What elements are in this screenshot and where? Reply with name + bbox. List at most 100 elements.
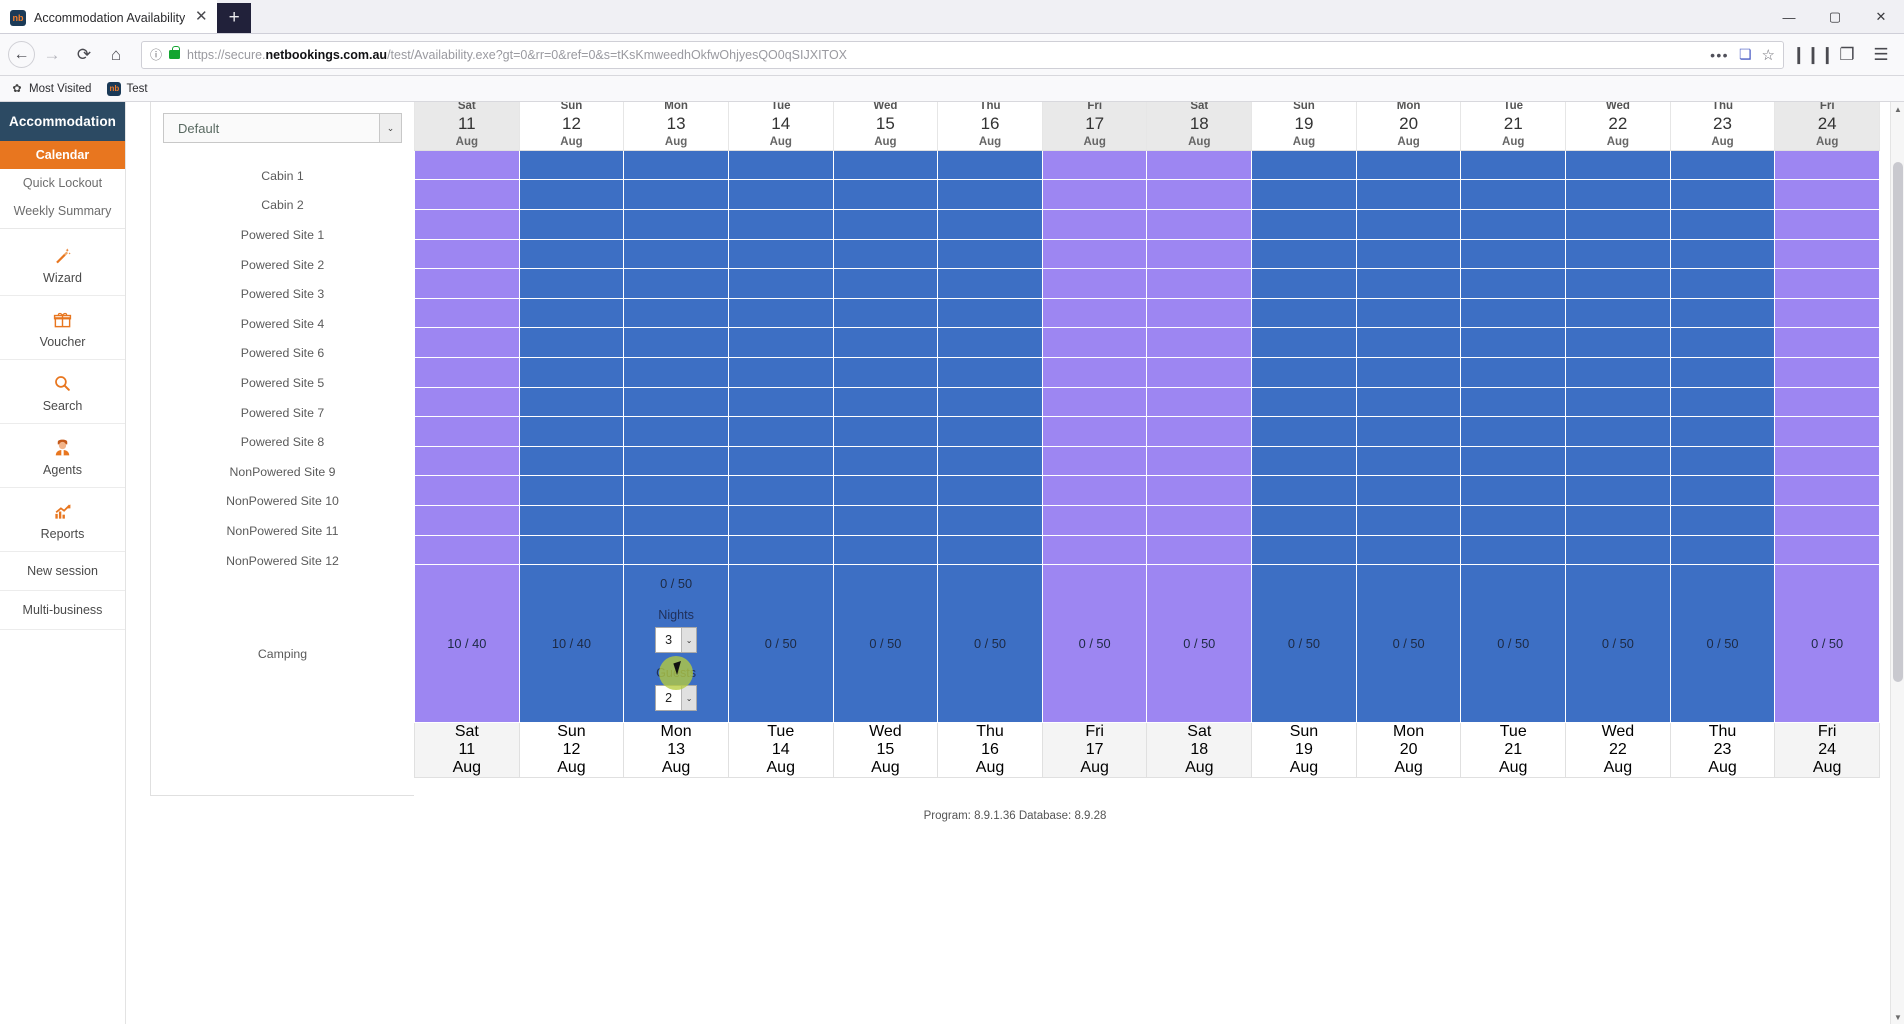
availability-cell[interactable] <box>1355 386 1462 418</box>
availability-cell[interactable] <box>832 327 939 358</box>
availability-cell[interactable] <box>832 297 939 329</box>
availability-cell[interactable] <box>623 297 729 329</box>
camping-cell[interactable]: 0 / 50 <box>1460 564 1567 724</box>
date-header-cell[interactable]: Thu 16 Aug <box>937 102 1043 151</box>
date-header-cell[interactable]: Fri 24 Aug <box>1774 102 1880 151</box>
guests-select[interactable]: 2 ⌄ <box>655 685 698 712</box>
availability-cell[interactable] <box>1251 416 1357 447</box>
availability-cell[interactable] <box>1565 475 1671 506</box>
date-header-cell[interactable]: Wed 15 Aug <box>832 102 939 151</box>
availability-cell[interactable] <box>1146 445 1253 477</box>
availability-cell[interactable] <box>1041 209 1148 240</box>
date-header-cell[interactable]: Tue 21 Aug <box>1460 102 1567 151</box>
availability-cell[interactable] <box>1669 357 1776 388</box>
availability-cell[interactable] <box>1041 386 1148 418</box>
availability-cell[interactable] <box>518 445 625 477</box>
availability-cell[interactable] <box>1774 386 1880 418</box>
availability-cell[interactable] <box>1041 327 1148 358</box>
availability-cell[interactable] <box>414 386 520 418</box>
availability-cell[interactable] <box>1774 238 1880 270</box>
availability-cell[interactable] <box>937 209 1043 240</box>
view-filter-select[interactable]: Default ⌄ <box>163 113 402 143</box>
availability-cell[interactable] <box>518 534 625 566</box>
availability-cell[interactable] <box>1146 209 1253 240</box>
date-header-cell[interactable]: Sun 19 Aug <box>1251 102 1357 151</box>
availability-cell[interactable] <box>518 209 625 240</box>
availability-cell[interactable] <box>623 357 729 388</box>
availability-cell[interactable] <box>1669 504 1776 536</box>
availability-cell[interactable] <box>414 238 520 270</box>
date-footer-cell[interactable]: Thu 23 Aug <box>1669 722 1776 779</box>
sidebar-item-reports[interactable]: Reports <box>0 488 125 552</box>
date-header-cell[interactable]: Sat 11 Aug <box>414 102 520 151</box>
availability-cell[interactable] <box>414 149 520 181</box>
availability-cell[interactable] <box>832 209 939 240</box>
availability-cell[interactable] <box>1355 238 1462 270</box>
new-tab-button[interactable]: + <box>217 3 252 33</box>
availability-cell[interactable] <box>727 238 834 270</box>
availability-cell[interactable] <box>1460 357 1567 388</box>
availability-cell[interactable] <box>414 179 520 211</box>
availability-cell[interactable] <box>1460 238 1567 270</box>
camping-cell[interactable]: 0 / 50 <box>1146 564 1253 724</box>
date-footer-cell[interactable]: Fri 17 Aug <box>1041 722 1148 779</box>
library-icon[interactable]: ❙❙❙ <box>1792 40 1835 70</box>
forward-icon[interactable]: → <box>37 40 67 70</box>
availability-cell[interactable] <box>1146 357 1253 388</box>
availability-cell[interactable] <box>1146 179 1253 211</box>
availability-cell[interactable] <box>1251 209 1357 240</box>
date-header-cell[interactable]: Thu 23 Aug <box>1669 102 1776 151</box>
availability-cell[interactable] <box>518 179 625 211</box>
availability-cell[interactable] <box>414 534 520 566</box>
date-footer-cell[interactable]: Sun 19 Aug <box>1251 722 1357 779</box>
availability-cell[interactable] <box>414 357 520 388</box>
availability-cell[interactable] <box>1251 445 1357 477</box>
availability-cell[interactable] <box>1565 357 1671 388</box>
availability-cell[interactable] <box>1460 268 1567 299</box>
camping-cell[interactable]: 0 / 50 <box>1041 564 1148 724</box>
availability-cell[interactable] <box>1251 238 1357 270</box>
sidebar-item-voucher[interactable]: Voucher <box>0 296 125 360</box>
availability-cell[interactable] <box>623 238 729 270</box>
availability-cell[interactable] <box>1774 534 1880 566</box>
availability-cell[interactable] <box>727 268 834 299</box>
window-close-icon[interactable]: ✕ <box>1858 0 1904 34</box>
availability-cell[interactable] <box>623 209 729 240</box>
availability-cell[interactable] <box>623 534 729 566</box>
availability-cell[interactable] <box>727 327 834 358</box>
availability-cell[interactable] <box>1355 534 1462 566</box>
availability-cell[interactable] <box>1774 475 1880 506</box>
availability-cell[interactable] <box>518 149 625 181</box>
availability-cell[interactable] <box>623 386 729 418</box>
availability-cell[interactable] <box>1355 327 1462 358</box>
availability-cell[interactable] <box>1565 504 1671 536</box>
date-footer-cell[interactable]: Tue 14 Aug <box>727 722 834 779</box>
bookmark-most-visited[interactable]: ✿ Most Visited <box>10 82 91 96</box>
availability-cell[interactable] <box>937 268 1043 299</box>
camping-cell[interactable]: 0 / 50 <box>1669 564 1776 724</box>
availability-cell[interactable] <box>1041 297 1148 329</box>
back-icon[interactable]: ← <box>8 41 35 68</box>
availability-cell[interactable] <box>1041 445 1148 477</box>
sidebar-item-new-session[interactable]: New session <box>0 552 125 591</box>
camping-cell[interactable]: 0 / 50 <box>1565 564 1671 724</box>
availability-cell[interactable] <box>937 386 1043 418</box>
site-info-icon[interactable]: ⓘ <box>150 46 162 63</box>
camping-cell[interactable]: 0 / 50 <box>937 564 1043 724</box>
availability-cell[interactable] <box>1669 268 1776 299</box>
availability-cell[interactable] <box>1355 504 1462 536</box>
date-footer-cell[interactable]: Wed 22 Aug <box>1565 722 1671 779</box>
availability-cell[interactable] <box>937 475 1043 506</box>
sidebar-item-quick-lockout[interactable]: Quick Lockout <box>0 169 125 197</box>
availability-cell[interactable] <box>727 357 834 388</box>
date-header-cell[interactable]: Tue 14 Aug <box>727 102 834 151</box>
availability-cell[interactable] <box>1355 416 1462 447</box>
availability-cell[interactable] <box>518 238 625 270</box>
availability-cell[interactable] <box>1251 327 1357 358</box>
availability-cell[interactable] <box>832 149 939 181</box>
availability-cell[interactable] <box>1041 268 1148 299</box>
availability-cell[interactable] <box>518 416 625 447</box>
chevron-down-icon[interactable]: ⌄ <box>379 114 401 142</box>
availability-cell[interactable] <box>1355 297 1462 329</box>
availability-cell[interactable] <box>1251 475 1357 506</box>
